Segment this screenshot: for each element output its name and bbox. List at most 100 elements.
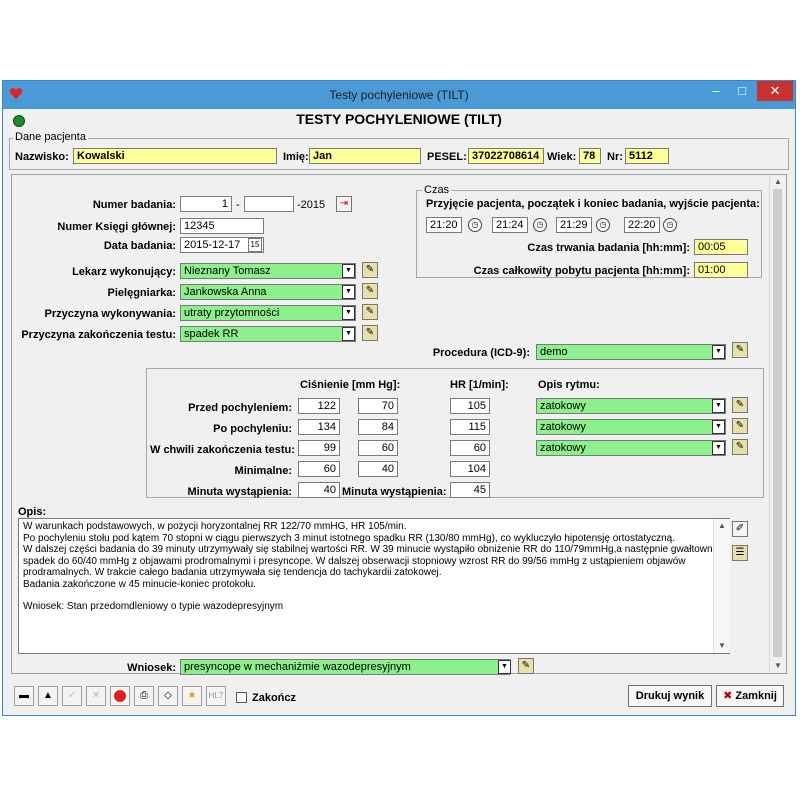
calendar-icon[interactable]: 15: [248, 238, 262, 252]
min-sys-field[interactable]: 60: [298, 461, 340, 477]
time-start-field[interactable]: 21:24: [492, 217, 528, 233]
close-x-icon: ✖: [723, 690, 733, 702]
scrollbar-thumb[interactable]: [773, 189, 782, 657]
time-exit-field[interactable]: 22:20: [624, 217, 660, 233]
after-sys-field[interactable]: 134: [298, 419, 340, 435]
chevron-down-icon[interactable]: ▼: [342, 306, 355, 320]
edit-list-icon[interactable]: ✎: [732, 397, 748, 413]
nurse-select[interactable]: Jankowska Anna: [180, 284, 356, 300]
after-rhythm-select[interactable]: zatokowy: [536, 419, 726, 435]
eraser-icon[interactable]: ◇: [158, 686, 178, 706]
description-line: Badania zakończone w 45 minucie-koniec p…: [23, 578, 256, 590]
exam-number-suffix-field[interactable]: [244, 196, 294, 212]
paste-template-icon[interactable]: ☰: [732, 545, 748, 561]
conclusion-select[interactable]: presyncope w mechaniźmie wazodepresyjnym: [180, 659, 510, 675]
end-hr-field[interactable]: 60: [450, 440, 490, 456]
scroll-up-icon[interactable]: ▲: [770, 177, 786, 186]
exam-year: -2015: [297, 199, 326, 211]
name-field[interactable]: Jan: [309, 148, 421, 164]
chevron-down-icon[interactable]: ▼: [712, 345, 725, 359]
description-line: prodramalnych. W trakcie całego badania …: [23, 567, 442, 578]
chevron-down-icon[interactable]: ▼: [342, 285, 355, 299]
surname-field[interactable]: Kowalski: [73, 148, 277, 164]
chevron-down-icon[interactable]: ▼: [712, 420, 725, 434]
end-reason-select[interactable]: spadek RR: [180, 326, 356, 342]
previous-record-icon[interactable]: ▲: [38, 686, 58, 706]
description-line: [23, 590, 725, 601]
chevron-down-icon[interactable]: ▼: [498, 660, 511, 674]
procedure-select[interactable]: demo: [536, 344, 726, 360]
edit-list-icon[interactable]: ✎: [732, 418, 748, 434]
pesel-field[interactable]: 37022708614: [468, 148, 544, 164]
edit-list-icon[interactable]: ✎: [362, 262, 378, 278]
reason-select[interactable]: utraty przytomności: [180, 305, 356, 321]
edit-list-icon[interactable]: ✎: [362, 304, 378, 320]
total-time-field[interactable]: 01:00: [694, 262, 748, 278]
minute-bp-field[interactable]: 40: [298, 482, 340, 498]
edit-list-icon[interactable]: ✎: [732, 439, 748, 455]
end-rhythm-select[interactable]: zatokowy: [536, 440, 726, 456]
scroll-down-icon[interactable]: ▼: [770, 661, 786, 670]
exit-door-icon[interactable]: ⇥: [336, 196, 352, 212]
edit-list-icon[interactable]: ✎: [362, 325, 378, 341]
close-window-button[interactable]: ✕: [757, 81, 793, 101]
maximize-button[interactable]: □: [729, 81, 755, 101]
close-button[interactable]: ✖ Zamknij: [716, 685, 784, 707]
min-dia-field[interactable]: 40: [358, 461, 398, 477]
age-label: Wiek:: [547, 151, 577, 163]
time-admission-field[interactable]: 21:20: [426, 217, 462, 233]
chevron-down-icon[interactable]: ▼: [342, 327, 355, 341]
chevron-down-icon[interactable]: ▼: [342, 264, 355, 278]
edit-list-icon[interactable]: ✎: [732, 342, 748, 358]
before-hr-field[interactable]: 105: [450, 398, 490, 414]
pressure-header: Ciśnienie [mm Hg]:: [300, 379, 401, 391]
confirm-disabled-icon[interactable]: ✓: [62, 686, 82, 706]
duration-field[interactable]: 00:05: [694, 239, 748, 255]
edit-list-icon[interactable]: ✎: [362, 283, 378, 299]
clock-icon[interactable]: ◷: [663, 218, 677, 232]
vertical-scrollbar[interactable]: ▲ ▼: [769, 175, 786, 673]
clock-icon[interactable]: ◷: [533, 218, 547, 232]
chevron-down-icon[interactable]: ▼: [712, 399, 725, 413]
edit-list-icon[interactable]: ✎: [518, 658, 534, 674]
scroll-down-icon[interactable]: ▼: [714, 641, 730, 650]
text-template-icon[interactable]: ✐: [732, 521, 748, 537]
star-icon[interactable]: ★: [182, 686, 202, 706]
clock-icon[interactable]: ◷: [596, 218, 610, 232]
first-record-icon[interactable]: ▬: [14, 686, 34, 706]
doctor-select[interactable]: Nieznany Tomasz: [180, 263, 356, 279]
description-scrollbar[interactable]: ▲ ▼: [713, 519, 730, 653]
surname-label: Nazwisko:: [15, 151, 69, 163]
before-dia-field[interactable]: 70: [358, 398, 398, 414]
age-field[interactable]: 78: [579, 148, 601, 164]
title-bar[interactable]: Testy pochyleniowe (TILT) – □ ✕: [3, 81, 795, 109]
duration-label: Czas trwania badania [hh:mm]:: [527, 242, 690, 254]
printer-icon[interactable]: ⎙: [134, 686, 154, 706]
book-number-field[interactable]: 12345: [180, 218, 264, 234]
scroll-up-icon[interactable]: ▲: [714, 521, 730, 530]
reason-label: Przyczyna wykonywania:: [44, 308, 176, 320]
record-stop-icon[interactable]: [110, 686, 130, 706]
exam-date-label: Data badania:: [103, 240, 176, 252]
time-end-field[interactable]: 21:29: [556, 217, 592, 233]
finish-checkbox[interactable]: [236, 692, 247, 703]
chevron-down-icon[interactable]: ▼: [712, 441, 725, 455]
description-line: W warunkach podstawowych, w pozycji hory…: [23, 521, 407, 532]
exam-number-field[interactable]: 1: [180, 196, 232, 212]
before-rhythm-select[interactable]: zatokowy: [536, 398, 726, 414]
end-dia-field[interactable]: 60: [358, 440, 398, 456]
cancel-disabled-icon[interactable]: ✕: [86, 686, 106, 706]
after-hr-field[interactable]: 115: [450, 419, 490, 435]
clock-icon[interactable]: ◷: [468, 218, 482, 232]
doctor-label: Lekarz wykonujący:: [72, 266, 176, 278]
nr-field[interactable]: 5112: [625, 148, 669, 164]
minimize-button[interactable]: –: [703, 81, 729, 101]
description-textarea[interactable]: W warunkach podstawowych, w pozycji hory…: [18, 518, 730, 654]
minute-hr-field[interactable]: 45: [450, 482, 490, 498]
min-hr-field[interactable]: 104: [450, 461, 490, 477]
end-sys-field[interactable]: 99: [298, 440, 340, 456]
before-sys-field[interactable]: 122: [298, 398, 340, 414]
hl7-button[interactable]: HL7: [206, 686, 226, 706]
print-result-button[interactable]: Drukuj wynik: [628, 685, 712, 707]
after-dia-field[interactable]: 84: [358, 419, 398, 435]
